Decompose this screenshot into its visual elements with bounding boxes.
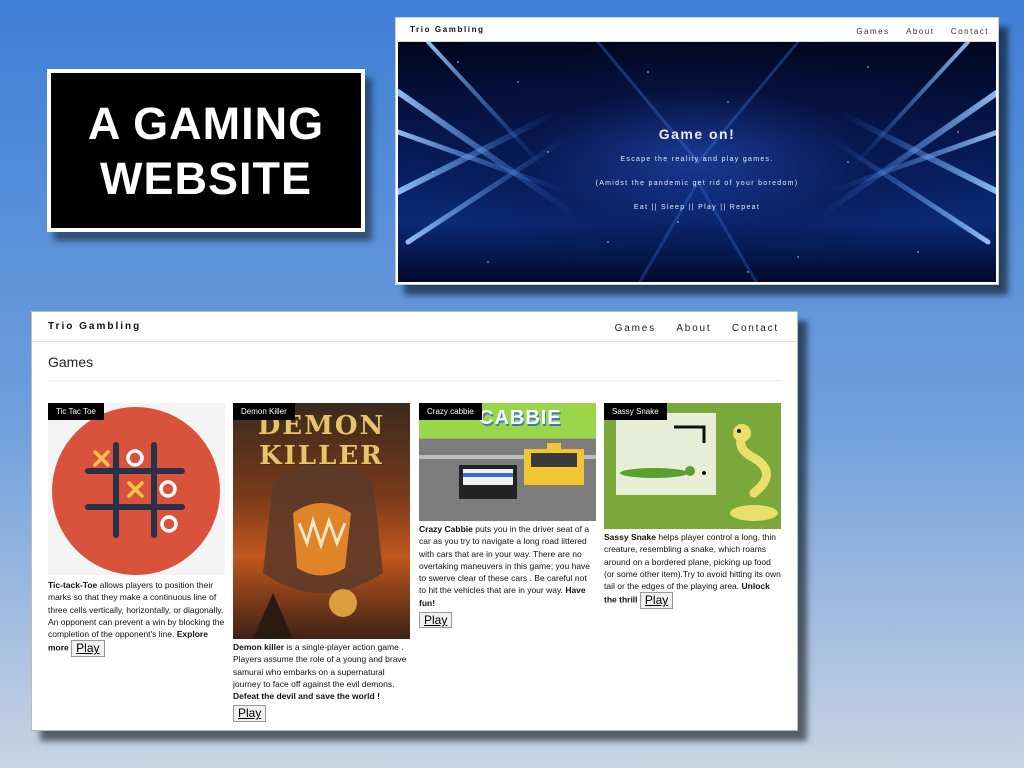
- hero-motto: Eat || Sleep || Play || Repeat: [633, 204, 761, 211]
- sassysnake-name: Sassy Snake: [604, 532, 656, 542]
- hero-subtagline: (Amidst the pandemic get rid of your bor…: [595, 180, 799, 187]
- games-navbar: Trio Gambling Games About Contact: [32, 312, 797, 342]
- demonkiller-description: Demon killer is a single-player action g…: [233, 641, 410, 722]
- hero-text: Game on! Escape the reality and play gam…: [398, 126, 996, 228]
- games-heading: Games: [48, 354, 94, 370]
- slide-title-box: A GAMING WEBSITE: [47, 69, 365, 232]
- demonkiller-cta: Defeat the devil and save the world !: [233, 691, 380, 702]
- slide-title-line2: WEBSITE: [99, 152, 312, 204]
- crazycabbie-image: CABBIE Crazy cabbie: [419, 403, 596, 521]
- demonkiller-play-button[interactable]: Play: [233, 705, 267, 722]
- tictactoe-description: Tic-tack-Toe allows players to position …: [48, 579, 225, 657]
- crazycabbie-description: Crazy Cabbie puts you in the driver seat…: [419, 523, 596, 629]
- landing-nav-games[interactable]: Games: [856, 27, 889, 36]
- landing-nav-links: Games About Contact: [844, 21, 989, 39]
- landing-page-screenshot: Trio Gambling Games About Contact Game o…: [395, 17, 999, 285]
- hero-title: Game on!: [658, 126, 736, 142]
- demonkiller-logo: DEMON KILLER: [257, 411, 386, 471]
- landing-brand[interactable]: Trio Gambling: [410, 25, 485, 34]
- games-nav-games[interactable]: Games: [615, 323, 656, 334]
- landing-nav-contact[interactable]: Contact: [951, 27, 989, 36]
- hero-tagline: Escape the reality and play games.: [620, 156, 774, 163]
- games-nav-links: Games About Contact: [599, 318, 779, 336]
- landing-navbar: Trio Gambling Games About Contact: [396, 18, 998, 42]
- demonkiller-tag: Demon Killer: [233, 403, 295, 420]
- sassysnake-tag: Sassy Snake: [604, 403, 667, 420]
- demonkiller-name: Demon killer: [233, 642, 285, 652]
- crazycabbie-logo: CABBIE: [479, 407, 562, 429]
- landing-nav-about[interactable]: About: [906, 27, 934, 36]
- slide-title-line1: A GAMING: [87, 97, 325, 149]
- tictactoe-board-icon: [52, 407, 220, 575]
- games-brand[interactable]: Trio Gambling: [48, 321, 141, 332]
- game-card-demonkiller: DEMON KILLER Demon Killer Demon killer i…: [233, 403, 410, 722]
- crazycabbie-tag: Crazy cabbie: [419, 403, 482, 420]
- demonkiller-image: DEMON KILLER Demon Killer: [233, 403, 410, 639]
- tictactoe-image: Tic Tac Toe: [48, 403, 225, 575]
- snake-icon: [604, 403, 781, 529]
- sassysnake-image: Sassy Snake: [604, 403, 781, 529]
- tictactoe-play-button[interactable]: Play: [71, 640, 105, 657]
- crazycabbie-name: Crazy Cabbie: [419, 524, 473, 534]
- games-page-screenshot: Trio Gambling Games About Contact Games: [31, 311, 798, 731]
- sassysnake-description: Sassy Snake helps player control a long,…: [604, 531, 781, 609]
- divider: [48, 380, 781, 381]
- game-card-crazycabbie: CABBIE Crazy cabbie Crazy Cabbie puts yo…: [419, 403, 596, 629]
- games-nav-contact[interactable]: Contact: [732, 323, 779, 334]
- games-nav-about[interactable]: About: [676, 323, 711, 334]
- tictactoe-tag: Tic Tac Toe: [48, 403, 104, 420]
- game-card-tictactoe: Tic Tac Toe Tic-tack-Toe allows players …: [48, 403, 225, 657]
- sassysnake-play-button[interactable]: Play: [639, 592, 674, 609]
- game-card-sassysnake: Sassy Snake Sassy Snake helps player con…: [604, 403, 781, 609]
- crazycabbie-play-button[interactable]: Play: [419, 612, 453, 629]
- hero-banner: Game on! Escape the reality and play gam…: [398, 42, 996, 282]
- tictactoe-name: Tic-tack-Toe: [48, 580, 98, 590]
